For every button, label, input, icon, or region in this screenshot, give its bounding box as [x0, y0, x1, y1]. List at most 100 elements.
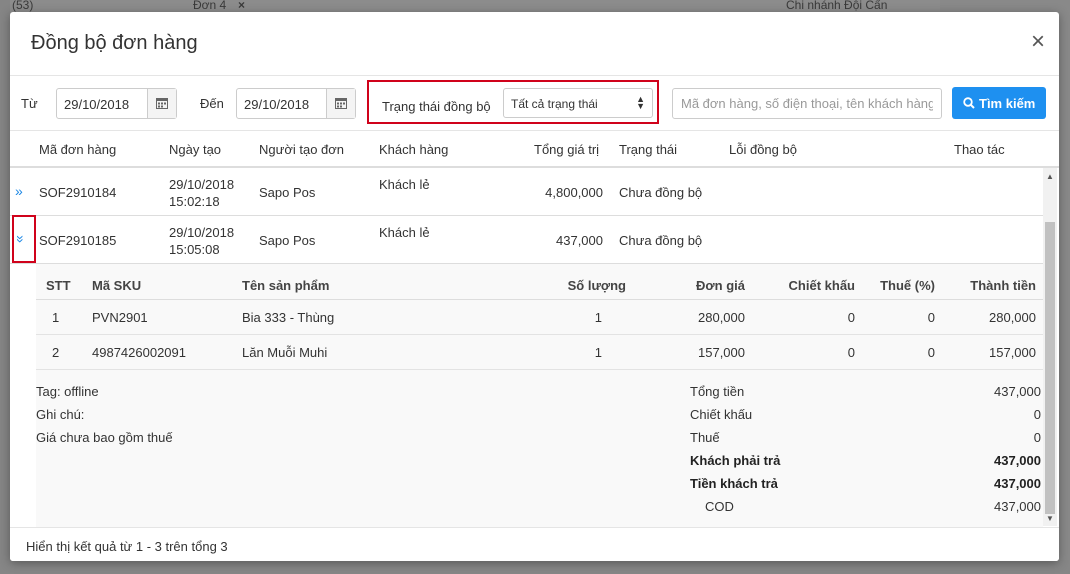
summary-paid-value: 437,000 — [994, 476, 1041, 491]
scrollbar-thumb[interactable] — [1045, 222, 1055, 514]
to-date-value: 29/10/2018 — [244, 97, 310, 112]
status-select[interactable]: Tất cả trạng thái ▲ ▼ — [503, 88, 653, 118]
item-stt: 1 — [52, 310, 60, 325]
filter-bar: Từ 29/10/2018 Đến 29/10/2018 Trạng thái … — [10, 77, 1059, 129]
order-detail-panel: STT Mã SKU Tên sản phẩm Số lượng Đơn giá… — [36, 264, 1043, 528]
summary-payable-value: 437,000 — [994, 453, 1041, 468]
status-label: Trạng thái đồng bộ — [382, 99, 491, 114]
table-row[interactable]: » SOF2910184 29/10/2018 15:02:18 Sapo Po… — [10, 168, 1043, 216]
summary-cod-value: 437,000 — [994, 499, 1041, 514]
background-tab-close: × — [238, 0, 246, 12]
detail-col-discount: Chiết khấu — [788, 278, 855, 293]
from-date-input[interactable]: 29/10/2018 — [56, 88, 177, 119]
item-amount: 157,000 — [989, 345, 1036, 360]
summary-discount-label: Chiết khấu — [690, 407, 753, 422]
item-stt: 2 — [52, 345, 60, 360]
item-sku: PVN2901 — [92, 310, 148, 325]
search-button[interactable]: Tìm kiếm — [952, 87, 1046, 119]
background-bottom — [0, 560, 1070, 574]
order-code: SOF2910184 — [39, 185, 117, 200]
order-customer: Khách lẻ — [379, 177, 430, 192]
from-label: Từ — [21, 96, 38, 111]
order-creator: Sapo Pos — [259, 233, 316, 248]
item-qty: 1 — [594, 345, 602, 360]
order-status: Chưa đồng bộ — [619, 233, 703, 248]
search-input[interactable] — [672, 88, 942, 119]
modal-footer: Hiển thị kết quả từ 1 - 3 trên tổng 3 — [10, 527, 1059, 561]
item-price: 157,000 — [698, 345, 745, 360]
detail-col-stt: STT — [46, 278, 71, 293]
calendar-icon[interactable] — [147, 89, 176, 118]
item-discount: 0 — [847, 345, 855, 360]
search-text-field[interactable] — [673, 89, 941, 118]
calendar-icon[interactable] — [326, 89, 355, 118]
summary-total-label: Tổng tiền — [690, 384, 745, 399]
order-status: Chưa đồng bộ — [619, 185, 703, 200]
background-tab-count: (53) — [12, 0, 34, 12]
close-icon[interactable]: × — [1031, 30, 1045, 54]
col-total: Tổng giá trị — [534, 142, 600, 157]
detail-row: 1 PVN2901 Bia 333 - Thùng 1 280,000 0 0 … — [36, 300, 1043, 335]
col-creator: Người tạo đơn — [259, 142, 345, 157]
detail-col-price: Đơn giá — [696, 278, 745, 293]
col-created-date: Ngày tạo — [169, 142, 222, 157]
from-date-value: 29/10/2018 — [64, 97, 130, 112]
status-select-value: Tất cả trạng thái — [511, 97, 598, 111]
order-time: 15:02:18 — [169, 194, 220, 209]
order-code: SOF2910185 — [39, 233, 117, 248]
detail-table-header: STT Mã SKU Tên sản phẩm Số lượng Đơn giá… — [36, 264, 1043, 300]
status-filter-highlight: Trạng thái đồng bộ Tất cả trạng thái ▲ ▼ — [367, 80, 659, 124]
expand-row-icon[interactable]: » — [15, 183, 23, 199]
summary-payable-label: Khách phải trả — [690, 453, 781, 468]
item-sku: 4987426002091 — [92, 345, 186, 360]
detail-col-qty: Số lượng — [567, 278, 626, 293]
order-tag: Tag: offline — [36, 384, 99, 399]
order-total: 437,000 — [556, 233, 603, 248]
detail-row: 2 4987426002091 Lăn Muỗi Muhi 1 157,000 … — [36, 335, 1043, 370]
background-tab: Đơn 4 — [193, 0, 227, 12]
select-arrows-icon: ▲ ▼ — [636, 94, 645, 111]
expander-highlight — [12, 215, 36, 263]
item-qty: 1 — [594, 310, 602, 325]
pagination-summary: Hiển thị kết quả từ 1 - 3 trên tổng 3 — [26, 539, 228, 554]
background-branch: Chi nhánh Đội Cấn — [786, 0, 888, 12]
sync-orders-modal: Đồng bộ đơn hàng × Từ 29/10/2018 Đến 29/… — [10, 12, 1059, 561]
detail-col-product: Tên sản phẩm — [242, 278, 330, 293]
item-amount: 280,000 — [989, 310, 1036, 325]
order-total: 4,800,000 — [545, 185, 603, 200]
detail-col-sku: Mã SKU — [92, 278, 142, 293]
table-scrollbar[interactable]: ▲ ▼ — [1043, 168, 1057, 526]
item-discount: 0 — [847, 310, 855, 325]
background-left-edge — [0, 0, 10, 574]
col-sync-error: Lỗi đồng bộ — [729, 142, 797, 157]
order-customer: Khách lẻ — [379, 225, 430, 240]
col-order-code: Mã đơn hàng — [39, 142, 117, 157]
modal-title: Đồng bộ đơn hàng — [31, 32, 198, 54]
tax-note: Giá chưa bao gồm thuế — [36, 430, 173, 445]
col-actions: Thao tác — [954, 142, 1005, 157]
order-creator: Sapo Pos — [259, 185, 316, 200]
order-time: 15:05:08 — [169, 242, 220, 257]
order-date: 29/10/2018 — [169, 225, 235, 240]
detail-col-amount: Thành tiền — [970, 278, 1036, 293]
col-status: Trạng thái — [619, 142, 678, 157]
summary-tax-label: Thuế — [690, 430, 720, 445]
orders-table-header: Mã đơn hàng Ngày tạo Người tạo đơn Khách… — [10, 130, 1059, 168]
summary-cod-label: COD — [705, 499, 734, 514]
item-name: Bia 333 - Thùng — [242, 310, 335, 325]
search-button-label: Tìm kiếm — [979, 96, 1036, 111]
scroll-up-icon[interactable]: ▲ — [1046, 172, 1054, 181]
to-label: Đến — [200, 96, 224, 111]
item-price: 280,000 — [698, 310, 745, 325]
order-date: 29/10/2018 — [169, 177, 235, 192]
table-row-expanded[interactable]: » SOF2910185 29/10/2018 15:05:08 Sapo Po… — [10, 216, 1043, 264]
summary-tax-value: 0 — [1033, 430, 1041, 445]
item-tax: 0 — [927, 310, 935, 325]
summary-total-value: 437,000 — [994, 384, 1041, 399]
scroll-down-icon[interactable]: ▼ — [1046, 514, 1054, 523]
to-date-input[interactable]: 29/10/2018 — [236, 88, 356, 119]
orders-table-body: » SOF2910184 29/10/2018 15:02:18 Sapo Po… — [10, 168, 1043, 528]
modal-header: Đồng bộ đơn hàng × — [10, 12, 1059, 76]
detail-col-tax: Thuế (%) — [880, 278, 935, 293]
order-note: Ghi chú: — [36, 407, 85, 422]
